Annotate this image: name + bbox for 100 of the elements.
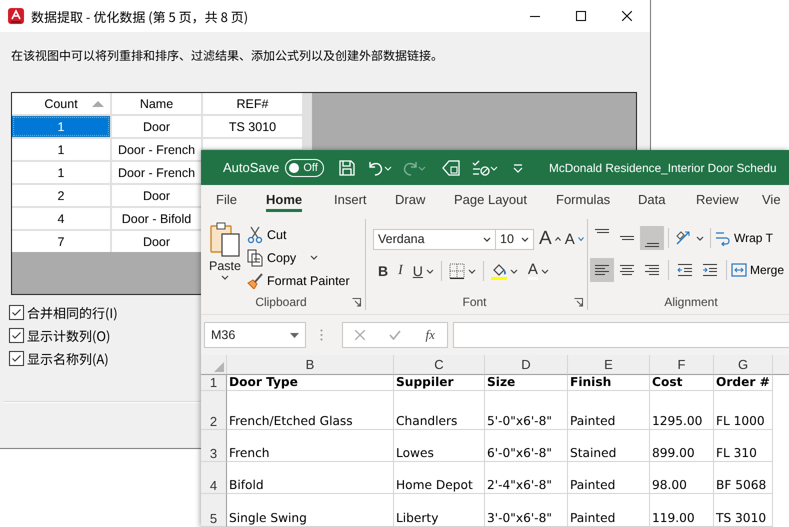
align-left-icon <box>595 265 609 275</box>
format-painter-button[interactable]: Format Painter <box>247 269 350 292</box>
increase-font-button[interactable]: A <box>537 228 563 250</box>
font-name-dropdown[interactable]: Verdana <box>373 228 496 250</box>
table-cell: Painted <box>568 462 650 494</box>
ribbon-tab[interactable]: Review <box>696 188 739 212</box>
check-icon <box>12 332 21 339</box>
ribbon-tab[interactable]: Home <box>266 188 302 212</box>
table-cell: Painted <box>568 494 650 527</box>
check-icon <box>12 309 21 316</box>
table-cell: Cost <box>650 375 714 391</box>
table-cell: Chandlers <box>394 391 485 430</box>
table-cell[interactable]: 4 <box>12 208 110 229</box>
row-header[interactable]: 3 <box>201 430 227 462</box>
bold-button[interactable]: B <box>376 260 390 282</box>
save-icon[interactable] <box>338 158 356 176</box>
table-cell[interactable]: 7 <box>12 231 110 252</box>
wrap-text-icon <box>715 230 731 246</box>
paintbrush-icon <box>247 272 263 288</box>
table-cell[interactable]: Door - French <box>112 139 201 160</box>
table-cell: 5'-0"x6'-8" <box>485 391 568 430</box>
table-cell[interactable]: Door - Bifold <box>112 208 201 229</box>
caret-icon <box>483 236 491 242</box>
table-cell: 2'-4"x6'-8" <box>485 462 568 494</box>
insert-function-button[interactable]: fx <box>426 327 435 343</box>
align-bottom-icon <box>645 243 659 247</box>
group-label: Font <box>462 295 486 309</box>
outdent-icon <box>677 262 693 278</box>
touch-mode-icon[interactable] <box>442 158 460 176</box>
maximize-icon <box>576 11 586 21</box>
table-cell[interactable]: Door <box>112 185 201 206</box>
checkbox[interactable] <box>9 351 24 366</box>
ribbon-tab[interactable]: Insert <box>334 188 367 212</box>
dialog-launcher-icon[interactable] <box>574 298 583 306</box>
table-cell[interactable]: 2 <box>12 185 110 206</box>
table-cell[interactable]: TS 3010 <box>203 116 302 137</box>
checklist-icon[interactable] <box>472 158 498 176</box>
table-cell[interactable]: Door <box>112 116 201 137</box>
row-header[interactable]: 2 <box>201 391 227 430</box>
italic-button[interactable]: I <box>396 260 405 282</box>
cut-button[interactable]: Cut <box>247 223 350 246</box>
copy-button[interactable]: Copy <box>247 246 296 269</box>
table-cell[interactable]: 1 <box>12 116 110 137</box>
ribbon-tab[interactable]: Page Layout <box>454 188 528 212</box>
table-cell: Door Type <box>227 375 394 391</box>
drag-handle-icon[interactable] <box>320 329 323 341</box>
check-icon <box>12 355 21 362</box>
table-cell[interactable]: Door - French <box>112 162 201 183</box>
row-header[interactable]: 1 <box>201 375 227 391</box>
name-box[interactable]: M36 <box>204 322 306 348</box>
font-size-dropdown[interactable]: 10 <box>495 228 534 250</box>
ribbon-tab[interactable]: Draw <box>395 188 426 212</box>
up-caret-icon <box>554 237 561 241</box>
ribbon-tab[interactable]: File <box>216 188 237 212</box>
table-cell: 119.00 <box>650 494 714 527</box>
align-right-icon <box>645 265 659 275</box>
table-cell: TS 3010 <box>714 494 773 527</box>
ribbon-tab[interactable]: Vie <box>762 188 781 212</box>
table-cell: Lowes <box>394 430 485 462</box>
alignment-button[interactable] <box>640 226 664 250</box>
table-cell[interactable]: 1 <box>12 162 110 183</box>
table-cell: Size <box>485 375 568 391</box>
merge-button[interactable]: Merge <box>731 258 784 282</box>
row-header[interactable]: 5 <box>201 494 227 527</box>
dialog-launcher-icon[interactable] <box>352 298 361 306</box>
table-cell[interactable]: Door <box>112 231 201 252</box>
group-label: Alignment <box>664 295 718 309</box>
window-title: 数据提取 - 优化数据 (第 5 页，共 8 页) <box>31 6 248 26</box>
down-caret-icon <box>578 237 584 241</box>
table-cell[interactable]: 1 <box>12 139 110 160</box>
table-cell: Home Depot <box>394 462 485 494</box>
alignment-button[interactable] <box>590 258 614 282</box>
table-cell[interactable] <box>203 139 302 149</box>
table-cell: Stained <box>568 430 650 462</box>
checkbox-label[interactable]: 显示计数列(O) <box>27 326 110 345</box>
checkbox-label[interactable]: 显示名称列(A) <box>27 349 109 368</box>
wrap-text-button[interactable]: Wrap T <box>715 226 773 250</box>
table-cell: FL 310 <box>714 430 773 462</box>
table-cell: BF 5068 <box>714 462 773 494</box>
paste-button[interactable]: Paste <box>201 221 241 294</box>
group-label: Clipboard <box>255 295 307 309</box>
table-cell: Single Swing <box>227 494 394 527</box>
underline-button[interactable]: U <box>410 260 436 282</box>
table-cell: 98.00 <box>650 462 714 494</box>
font-color-button[interactable]: A <box>526 260 551 282</box>
table-cell: Order # <box>714 375 773 391</box>
autosave-toggle[interactable]: Off <box>285 158 324 176</box>
autosave-label: AutoSave <box>223 160 280 175</box>
caret-icon <box>540 268 549 274</box>
align-center-icon <box>620 265 634 275</box>
checkbox-label[interactable]: 合并相同的行(I) <box>27 303 118 322</box>
row-header[interactable]: 4 <box>201 462 227 494</box>
checkbox[interactable] <box>9 328 24 343</box>
clipboard-icon <box>209 221 241 257</box>
checkbox[interactable] <box>9 305 24 320</box>
ribbon-tab[interactable]: Formulas <box>556 188 610 212</box>
ribbon-tab[interactable]: Data <box>638 188 666 212</box>
decrease-font-button[interactable]: A <box>562 228 586 250</box>
caret-icon <box>310 255 318 260</box>
formula-input[interactable] <box>453 322 789 348</box>
